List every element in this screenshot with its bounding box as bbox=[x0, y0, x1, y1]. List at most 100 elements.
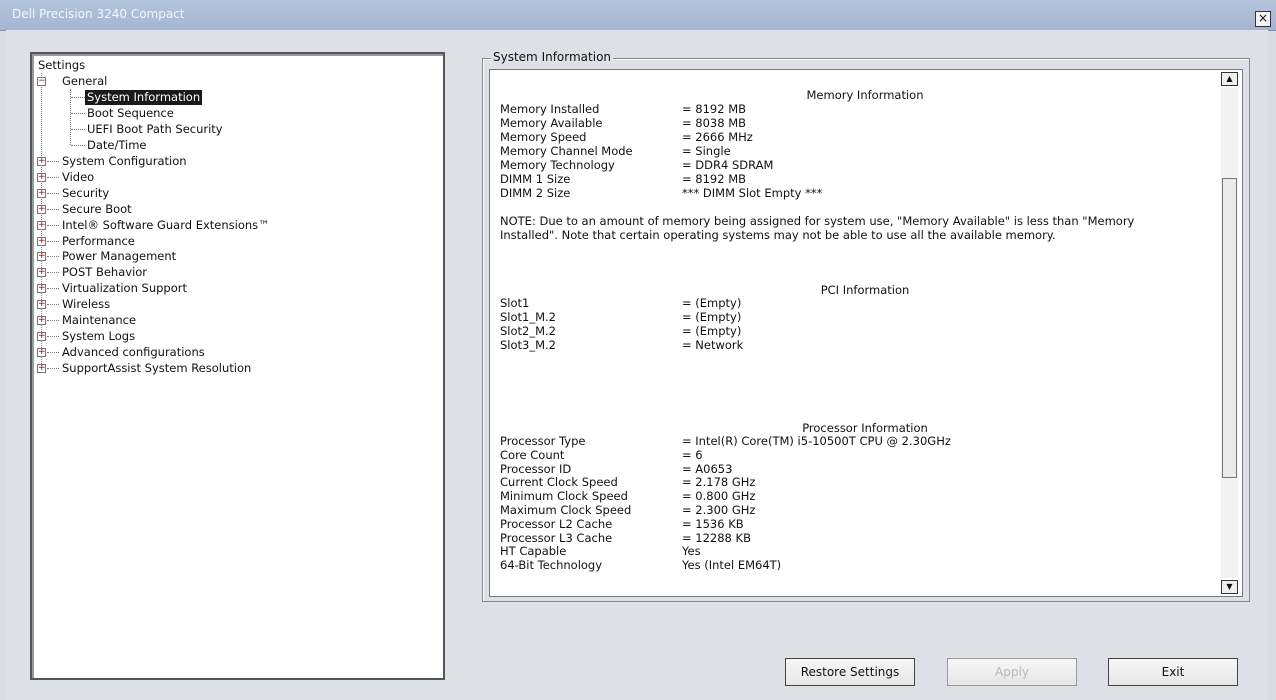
apply-button[interactable]: Apply bbox=[947, 658, 1077, 686]
field-label: Slot1_M.2 bbox=[500, 310, 557, 324]
field-label: Memory Channel Mode bbox=[500, 144, 633, 158]
expand-icon[interactable]: + bbox=[37, 284, 46, 294]
system-information-box: Memory Information Memory Installed = 8192… bbox=[489, 69, 1243, 597]
tree-guide bbox=[47, 351, 59, 353]
tree-item-label: Boot Sequence bbox=[87, 106, 174, 120]
system-information-group: System Information Memory Information Mem… bbox=[482, 50, 1250, 602]
field-label: Slot1 bbox=[500, 296, 530, 310]
tree-guide bbox=[71, 113, 85, 114]
expand-icon[interactable]: + bbox=[37, 268, 46, 278]
field-label: DIMM 1 Size bbox=[500, 172, 571, 186]
tree-item-label: Date/Time bbox=[87, 138, 147, 152]
field-value: = 8192 MB bbox=[682, 102, 747, 116]
expand-icon[interactable]: + bbox=[37, 188, 46, 198]
field-label: Memory Speed bbox=[500, 130, 587, 144]
expand-icon[interactable]: + bbox=[37, 331, 46, 341]
field-label: Slot3_M.2 bbox=[500, 338, 557, 352]
field-value: = A0653 bbox=[682, 461, 733, 476]
scroll-track[interactable] bbox=[1221, 88, 1238, 578]
field-label: 64-Bit Technology bbox=[500, 558, 603, 573]
tree-guide bbox=[71, 97, 85, 98]
scroll-up-icon[interactable]: ▲ bbox=[1221, 72, 1238, 86]
tree-guide bbox=[71, 129, 85, 130]
field-value: Yes bbox=[682, 544, 701, 559]
tree-guide bbox=[47, 161, 59, 162]
expand-icon[interactable]: + bbox=[37, 236, 46, 246]
title-bar: Dell Precision 3240 Compact × bbox=[0, 0, 1276, 31]
tree-guide bbox=[47, 256, 59, 258]
tree-guide bbox=[47, 367, 59, 369]
field-label: Maximum Clock Speed bbox=[500, 503, 632, 517]
field-value: *** DIMM Slot Empty *** bbox=[682, 186, 823, 200]
scroll-down-icon[interactable]: ▼ bbox=[1221, 580, 1238, 594]
field-label: Processor Type bbox=[500, 434, 586, 448]
field-label: Memory Technology bbox=[500, 158, 615, 172]
field-label: Minimum Clock Speed bbox=[500, 489, 628, 504]
tree-guide bbox=[47, 224, 59, 226]
field-value: = 1536 KB bbox=[682, 516, 744, 531]
field-label: DIMM 2 Size bbox=[500, 186, 571, 200]
tree-item-label: System Configuration bbox=[62, 154, 187, 168]
tree-item-label: Video bbox=[62, 169, 95, 184]
tree-guide bbox=[47, 320, 59, 321]
settings-tree-panel: Settings − General System Information Boo… bbox=[30, 52, 445, 680]
field-label: Memory Available bbox=[500, 116, 603, 130]
tree-item-label: Maintenance bbox=[62, 313, 137, 327]
field-value: = 2666 MHz bbox=[682, 130, 753, 144]
expand-icon[interactable]: + bbox=[37, 363, 46, 373]
tree-item-label: Performance bbox=[62, 233, 135, 248]
pci-heading: PCI Information bbox=[820, 283, 910, 297]
field-value: = 6 bbox=[682, 447, 703, 462]
restore-settings-button[interactable]: Restore Settings bbox=[785, 658, 915, 686]
tree-item-label: Security bbox=[62, 185, 110, 200]
tree-item-label: Virtualization Support bbox=[62, 281, 188, 296]
field-label: Current Clock Speed bbox=[500, 475, 618, 490]
tree-item-label: UEFI Boot Path Security bbox=[87, 122, 223, 136]
expand-icon[interactable]: + bbox=[37, 172, 46, 182]
field-value: = 12288 KB bbox=[682, 530, 751, 545]
field-value: = (Empty) bbox=[682, 310, 742, 324]
scroll-thumb[interactable] bbox=[1222, 178, 1237, 478]
field-label: Memory Installed bbox=[500, 102, 600, 116]
tree-item-label: Intel® Software Guard Extensions™ bbox=[62, 217, 270, 232]
field-value: = Intel(R) Core(TM) i5-10500T CPU @ 2.30… bbox=[682, 434, 951, 448]
vertical-scrollbar[interactable]: ▲ ▼ bbox=[1221, 72, 1240, 594]
field-value: = 2.178 GHz bbox=[682, 475, 756, 490]
tree-item-label: POST Behavior bbox=[62, 265, 148, 280]
field-label: Processor L3 Cache bbox=[500, 530, 613, 545]
expand-icon[interactable]: + bbox=[37, 347, 46, 357]
tree-guide bbox=[47, 304, 59, 306]
field-label: HT Capable bbox=[500, 544, 567, 559]
field-value: = DDR4 SDRAM bbox=[682, 158, 774, 172]
field-value: Yes (Intel EM64T) bbox=[682, 558, 782, 573]
field-label: Slot2_M.2 bbox=[500, 324, 557, 338]
tree-guide bbox=[47, 272, 59, 274]
exit-button[interactable]: Exit bbox=[1108, 658, 1238, 686]
expand-icon[interactable]: + bbox=[37, 252, 46, 262]
field-value: = Single bbox=[682, 144, 731, 158]
expand-icon[interactable]: + bbox=[37, 316, 46, 325]
field-label: Processor ID bbox=[500, 461, 572, 476]
tree-guide bbox=[47, 192, 59, 194]
close-icon[interactable]: × bbox=[1255, 11, 1271, 27]
field-value: = Network bbox=[682, 338, 744, 352]
group-title: System Information bbox=[491, 50, 614, 64]
collapse-icon[interactable]: − bbox=[37, 77, 46, 86]
field-value: = (Empty) bbox=[682, 296, 742, 310]
tree-root-label: Settings bbox=[38, 58, 86, 72]
tree-item-label: Wireless bbox=[62, 297, 111, 312]
tree-item-label: SupportAssist System Resolution bbox=[62, 360, 252, 375]
expand-icon[interactable]: + bbox=[37, 220, 46, 230]
tree-guide bbox=[71, 145, 85, 146]
expand-icon[interactable]: + bbox=[37, 204, 46, 214]
expand-icon[interactable]: + bbox=[37, 157, 46, 166]
tree-guide bbox=[47, 208, 59, 210]
tree-item-label: General bbox=[62, 74, 108, 88]
processor-heading: Processor Information bbox=[802, 421, 928, 435]
tree-guide bbox=[47, 335, 59, 337]
field-value: = 8192 MB bbox=[682, 172, 747, 186]
expand-icon[interactable]: + bbox=[37, 300, 46, 310]
tree-item-label: Advanced configurations bbox=[62, 344, 205, 359]
tree-item-label: Secure Boot bbox=[62, 201, 132, 216]
window-body: Settings − General System Information Boo… bbox=[6, 30, 1268, 700]
